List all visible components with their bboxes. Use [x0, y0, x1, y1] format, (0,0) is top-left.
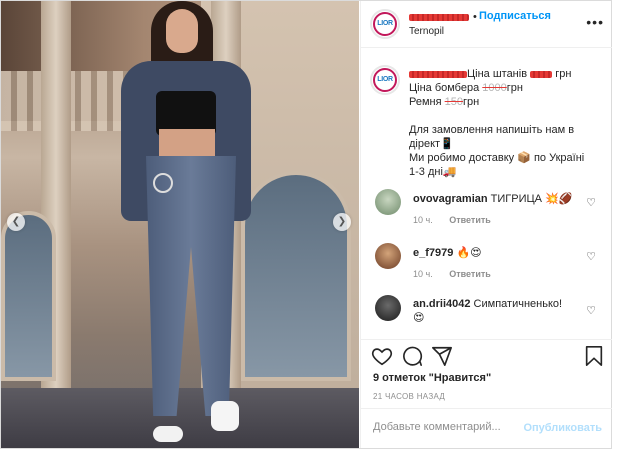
publish-button[interactable]: Опубликовать: [523, 422, 602, 434]
commenter-avatar[interactable]: [375, 189, 401, 215]
caption-text: Ціна штанів 400 грн Ціна бомбера 1000грн…: [409, 68, 585, 178]
heart-icon[interactable]: [371, 345, 393, 367]
bookmark-icon[interactable]: [583, 345, 605, 367]
comment-username[interactable]: an.drii4042: [413, 298, 470, 310]
separator-dot: •: [473, 11, 477, 23]
share-icon[interactable]: [431, 345, 453, 367]
post-dialog: ❮ ❯ LIOR • Подписаться Ternopil ••• LIOR…: [0, 0, 612, 449]
page-scrollbar[interactable]: [612, 0, 620, 449]
like-comment-heart-icon[interactable]: ♡: [586, 250, 596, 263]
truck-emoji-icon: 🚚: [442, 166, 457, 178]
post-header: LIOR • Подписаться Ternopil •••: [361, 1, 612, 48]
reply-button[interactable]: Ответить: [449, 215, 491, 225]
post-side-panel: LIOR • Подписаться Ternopil ••• LIOR Цін…: [360, 1, 612, 448]
brand-logo: LIOR: [373, 12, 397, 36]
phone-emoji-icon: 📱: [440, 138, 454, 150]
heart-eyes-emoji-icon: 😍: [413, 312, 425, 324]
reply-button[interactable]: Ответить: [449, 269, 491, 279]
like-comment-heart-icon[interactable]: ♡: [586, 196, 596, 209]
more-horizontal-icon[interactable]: •••: [586, 14, 604, 30]
comment-time[interactable]: 10 ч.: [413, 215, 433, 225]
avatar[interactable]: LIOR: [370, 9, 400, 39]
follow-button[interactable]: Подписаться: [479, 10, 551, 22]
person-figure: [111, 1, 261, 448]
comment-username[interactable]: ovovagramian: [413, 193, 488, 205]
like-comment-heart-icon[interactable]: ♡: [586, 304, 596, 317]
username-redacted[interactable]: [409, 11, 469, 22]
add-comment-bar: Опубликовать: [361, 408, 612, 448]
comment-icon[interactable]: [401, 345, 423, 367]
commenter-avatar[interactable]: [375, 295, 401, 321]
comment-text: ТИГРИЦА 💥🏈: [490, 193, 573, 205]
likes-count[interactable]: 9 отметок "Нравится": [373, 372, 491, 384]
comment-text: Симпатичненько!: [473, 298, 563, 310]
avatar[interactable]: LIOR: [370, 65, 400, 95]
location-link[interactable]: Ternopil: [409, 26, 444, 37]
next-photo-icon[interactable]: ❯: [333, 213, 351, 231]
comment-text: 🔥😍: [456, 247, 482, 259]
comment-input[interactable]: [373, 421, 523, 433]
previous-photo-icon[interactable]: ❮: [7, 213, 25, 231]
comment-time[interactable]: 10 ч.: [413, 269, 433, 279]
post-time[interactable]: 21 ЧАСОВ НАЗАД: [373, 392, 445, 401]
package-emoji-icon: 📦: [517, 152, 531, 164]
commenter-avatar[interactable]: [375, 243, 401, 269]
comment-username[interactable]: e_f7979: [413, 247, 453, 259]
username-redacted[interactable]: [409, 70, 467, 78]
post-photo[interactable]: ❮ ❯: [1, 1, 359, 448]
